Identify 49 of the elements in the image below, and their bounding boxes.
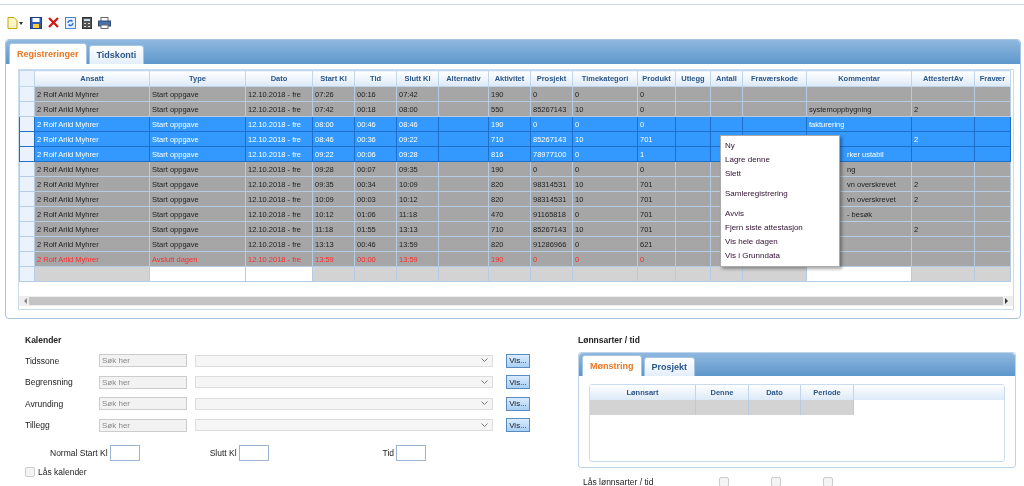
time-input[interactable]: [238, 445, 269, 461]
print-icon[interactable]: [98, 16, 111, 29]
chevron-down-icon: [481, 379, 488, 385]
time-input[interactable]: [109, 445, 140, 461]
checkbox[interactable]: [823, 477, 833, 486]
table-cell: [696, 400, 749, 415]
section-title: Kalender: [25, 334, 63, 347]
section-title: Lønnsarter / tid: [578, 334, 641, 347]
dropdown[interactable]: [195, 354, 493, 367]
checkbox[interactable]: [719, 477, 729, 486]
field-label: Avrunding: [25, 398, 65, 409]
save-icon[interactable]: [30, 16, 42, 29]
refresh-icon[interactable]: [65, 16, 76, 29]
search-field[interactable]: Søk her: [99, 354, 187, 367]
search-field[interactable]: Søk her: [99, 397, 187, 410]
search-field[interactable]: Søk her: [99, 375, 187, 389]
delete-icon[interactable]: [48, 17, 59, 28]
chevron-down-icon: [481, 422, 488, 428]
tab[interactable]: Prosjekt: [643, 357, 696, 376]
menu-item[interactable]: Vis i Grunndata: [721, 249, 839, 263]
table-cell: [801, 400, 854, 415]
checkbox-label: Lås kalender: [38, 467, 87, 477]
table-cell: [749, 400, 801, 415]
field-label: Tidssone: [25, 355, 61, 366]
checkbox-label: Lås lønnsarter / tid: [583, 477, 655, 486]
field-label: Tid: [382, 448, 395, 458]
horizontal-scrollbar[interactable]: [19, 296, 1013, 306]
field-label: Tillegg: [25, 420, 51, 430]
dropdown[interactable]: [195, 397, 493, 410]
dropdown[interactable]: [195, 419, 493, 431]
show-button[interactable]: Vis...: [506, 396, 530, 411]
tab[interactable]: Tidskonti: [88, 45, 145, 64]
show-button[interactable]: Vis...: [506, 418, 530, 432]
search-field[interactable]: Søk her: [99, 418, 187, 432]
field-label: Slutt Kl: [209, 448, 237, 458]
checkbox[interactable]: [771, 477, 781, 486]
chevron-down-icon: [481, 401, 488, 406]
chevron-down-icon: [481, 358, 488, 363]
field-label: Begrensning: [25, 377, 74, 387]
menu-item[interactable]: Vis hele dagen: [721, 235, 839, 249]
menu-item[interactable]: Fjern siste attestasjon: [721, 221, 839, 235]
show-button[interactable]: Vis...: [506, 353, 530, 368]
dropdown[interactable]: [195, 376, 493, 388]
calculator-icon[interactable]: [82, 16, 92, 29]
field-label: Normal Start Kl: [50, 448, 108, 458]
checkbox[interactable]: [25, 467, 35, 477]
new-document-icon[interactable]: [7, 16, 24, 29]
time-input[interactable]: [396, 445, 427, 461]
show-button[interactable]: Vis...: [506, 375, 530, 389]
